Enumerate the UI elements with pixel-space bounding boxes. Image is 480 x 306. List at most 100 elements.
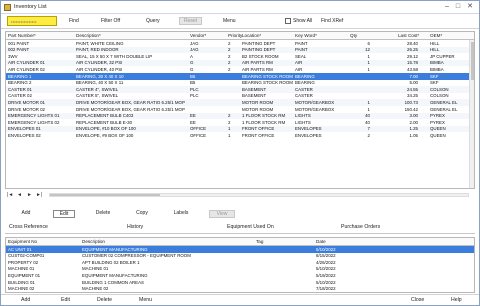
equipment-row[interactable]: BUILDING 01 BUILDING 1 COMMON AREAS 5/10/2… [6, 279, 474, 286]
table-row[interactable]: 002 PAINT PAINT, RED INDOOR JAG 2 PAINTING D… [6, 46, 474, 54]
table-cell: 002 PAINT [8, 47, 30, 53]
table-cell: CASTER 5", SWIVEL [76, 93, 119, 99]
table-cell: CASTER [295, 86, 313, 92]
labels-button[interactable]: Labels [171, 210, 191, 218]
table-row[interactable]: BEARING 1 BEARING, 30 X 40 X 10 B5 BEARING … [6, 73, 474, 80]
horizontal-scrollbar[interactable] [49, 193, 469, 197]
edit-button[interactable]: Edit [53, 210, 75, 218]
equipment-cell: 6/15/2022 [316, 253, 336, 259]
table-cell: B2 STOCK ROOM [242, 53, 279, 59]
col-part-number[interactable]: Part Number* [8, 33, 36, 38]
table-cell: PLC [190, 93, 199, 99]
table-cell: AIR [295, 60, 303, 66]
equipment-row[interactable]: CUST02-COMP01 CUSTOMER 02 COMPRESSOR - EQ… [6, 253, 474, 260]
table-row[interactable]: AIR CYLINDER 01 AIR CYLINDER, 32 PSI G 2 AIR… [6, 59, 474, 67]
copy-button[interactable]: Copy [133, 210, 151, 218]
equipment-row[interactable]: MACHINE 01 MACHINE 01 5/10/2022 [6, 266, 474, 273]
col-eq-description[interactable]: Description [82, 239, 105, 244]
delete-button[interactable]: Delete [93, 210, 113, 218]
search-input[interactable]: •••••••••••••••• [7, 16, 57, 26]
table-cell: PYREX [430, 113, 445, 119]
table-cell: 3WV [8, 53, 18, 59]
table-row[interactable]: DRIVE MOTOR 02 DRIVE MOTOR/GEAR BOX, GEAR… [6, 106, 474, 113]
vertical-scrollbar[interactable] [469, 40, 474, 188]
col-equipment-no[interactable]: Equipment No [8, 239, 37, 244]
menu-button[interactable]: Menu [223, 18, 236, 24]
equipment-cell: EQUIPMENT MANUFACTURING [82, 272, 148, 278]
tab-purchase-orders[interactable]: Purchase Orders [341, 224, 380, 230]
footer-help-button[interactable]: Help [451, 297, 462, 303]
col-priority[interactable]: Priority [228, 33, 242, 38]
footer-edit-button[interactable]: Edit [61, 297, 70, 303]
equipment-cell: EQUIPMENT MANUFACTURING [82, 246, 148, 252]
table-cell: QUEEN [430, 132, 446, 138]
col-oem[interactable]: OEM* [430, 33, 442, 38]
footer-add-button[interactable]: Add [21, 297, 30, 303]
equipment-cell: 7/18/2022 [316, 286, 336, 292]
last-record-icon[interactable]: ►| [36, 192, 42, 198]
show-all-checkbox[interactable] [285, 18, 291, 24]
col-key-word[interactable]: Key Word* [295, 33, 317, 38]
equipment-row[interactable]: EQUIPMENT 01 EQUIPMENT MANUFACTURING 5/19/… [6, 272, 474, 279]
table-cell: 2 [228, 113, 231, 119]
table-cell: 43.58 [407, 66, 418, 72]
equipment-row[interactable]: MACHINE 02 MACHINE 02 7/18/2022 [6, 286, 474, 292]
col-date[interactable]: Date [316, 239, 326, 244]
add-button[interactable]: Add [19, 210, 33, 218]
table-cell: JAG [190, 40, 199, 46]
scroll-thumb[interactable] [471, 42, 474, 80]
equipment-row[interactable]: PROPERTY 02 APT BUILDING 02 BOILER 1 4/26/… [6, 259, 474, 266]
maximize-icon[interactable]: □ [452, 3, 464, 11]
query-button[interactable]: Query [146, 18, 160, 24]
col-location[interactable]: Location* [242, 33, 261, 38]
table-cell: ENVELOPES 01 [8, 126, 41, 132]
col-vendor[interactable]: Vendor* [190, 33, 206, 38]
tab-equipment-used-on[interactable]: Equipment Used On [227, 224, 274, 230]
table-cell: EE [190, 113, 196, 119]
col-last-cost[interactable]: Last Cost* [398, 33, 419, 38]
table-row[interactable]: ENVELOPES 01 ENVELOPE, #10 BOX OF 100 OFFI… [6, 125, 474, 133]
footer-menu-button[interactable]: Menu [139, 297, 152, 303]
tab-history[interactable]: History [127, 224, 143, 230]
find-button[interactable]: Find [69, 18, 79, 24]
table-row[interactable]: AIR CYLINDER 02 AIR CYLINDER, 40 PSI G 2 AIR… [6, 66, 474, 73]
table-row[interactable]: BEARING 2 BEARING, 40 X 50 X 11 B5 BEARING … [6, 80, 474, 87]
table-cell: 150.42 [404, 106, 418, 112]
filter-off-button[interactable]: Filter Off [101, 18, 120, 24]
table-row[interactable]: EMERGENCY LIGHTS 01 REPLACEMENT BULB C403… [6, 112, 474, 120]
equipment-cell: BUILDING 01 [8, 279, 35, 285]
next-record-icon[interactable]: ► [27, 192, 32, 198]
table-cell: COLSON [430, 93, 449, 99]
first-record-icon[interactable]: |◄ [7, 192, 13, 198]
hscroll-thumb[interactable] [50, 194, 160, 196]
table-row[interactable]: DRIVE MOTOR 01 DRIVE MOTOR/GEAR BOX, GEAR… [6, 99, 474, 106]
table-row[interactable]: CASTER 01 CASTER 4", SWIVEL PLC BASEMENT CAS… [6, 86, 474, 93]
equipment-cell: MACHINE 02 [8, 286, 35, 292]
tab-cross-reference[interactable]: Cross Reference [9, 224, 48, 230]
table-row[interactable]: ENVELOPES 02 ENVELOPE, #9 BOX OF 100 OFFIC… [6, 132, 474, 139]
table-row[interactable]: CASTER 02 CASTER 5", SWIVEL PLC BASEMENT CAS… [6, 93, 474, 100]
table-cell: 40 [365, 119, 370, 125]
table-cell: CASTER 01 [8, 86, 32, 92]
prev-record-icon[interactable]: ◄ [17, 192, 22, 198]
table-row[interactable]: EMERGENCY LIGHTS 02 REPLACEMENT BULB E-30… [6, 119, 474, 126]
col-qty[interactable]: Qty [350, 33, 357, 38]
table-cell: 28.40 [407, 40, 418, 46]
table-cell: ENVELOPE, #9 BOX OF 100 [76, 132, 134, 138]
equipment-row[interactable]: AC UNIT 01 EQUIPMENT MANUFACTURING 5/10/20… [6, 246, 474, 253]
table-row[interactable]: 3WV SEAL, 15 X 50 X 7 WITH DOUBLE LIP A 2 B2… [6, 53, 474, 60]
table-cell: FRONT OFFICE [242, 126, 275, 132]
table-cell: BASEMENT [242, 86, 267, 92]
table-row[interactable]: 001 PAINT PAINT, WHITE CEILING JAG 2 PAINTIN… [6, 40, 474, 47]
inventory-grid: Part Number* Description* Vendor* Priori… [5, 31, 475, 189]
col-description[interactable]: Description* [76, 33, 101, 38]
col-tag[interactable]: Tag [256, 239, 263, 244]
footer-delete-button[interactable]: Delete [97, 297, 112, 303]
footer-close-button[interactable]: Close [411, 297, 424, 303]
reset-button[interactable]: Reset [179, 17, 203, 25]
equipment-cell: 5/10/2022 [316, 279, 336, 285]
view-button[interactable]: View [209, 210, 235, 218]
find-xref-button[interactable]: Find XRef [321, 18, 343, 24]
equipment-cell: APT BUILDING 02 BOILER 1 [82, 259, 140, 265]
close-icon[interactable]: ✕ [464, 3, 476, 11]
